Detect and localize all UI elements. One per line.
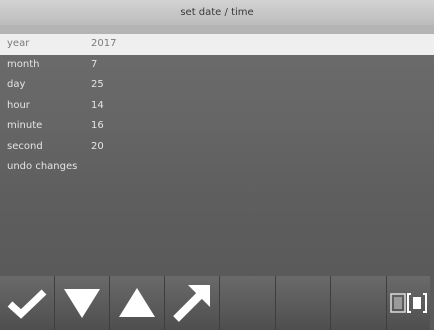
arrow-up-right-icon [170,283,214,323]
field-label: month [7,58,40,70]
enter-button[interactable] [165,276,220,330]
field-label: day [7,79,26,90]
screen-toggle-icon [389,288,429,318]
field-row-hour[interactable]: hour 14 [0,96,434,117]
confirm-button[interactable] [0,276,55,330]
field-label: year [7,38,30,49]
arrow-down-icon [62,285,102,321]
down-button[interactable] [55,276,110,330]
field-value: 25 [91,79,104,90]
page-title: set date / time [0,0,434,25]
screen-toggle-button[interactable] [387,276,430,330]
field-row-minute[interactable]: minute 16 [0,116,434,137]
undo-changes-label: undo changes [7,161,78,172]
checkmark-icon [7,287,47,319]
field-value: 16 [91,120,104,131]
field-value: 7 [91,58,98,70]
field-row-month[interactable]: month 7 [0,55,434,76]
undo-changes-item[interactable]: undo changes [0,157,434,178]
empty-button-7[interactable] [331,276,387,330]
field-row-year[interactable]: year 2017 [0,34,434,55]
bottom-toolbar [0,276,434,330]
field-row-day[interactable]: day 25 [0,75,434,96]
field-label: second [7,140,43,152]
screen: set date / time year 2017 month 7 day 25… [0,0,434,330]
field-value: 2017 [91,38,117,49]
empty-button-5[interactable] [220,276,276,330]
title-divider [0,25,434,34]
field-label: hour [7,99,30,111]
arrow-up-icon [117,285,157,321]
field-label: minute [7,120,43,131]
field-value: 14 [91,99,104,111]
empty-button-6[interactable] [276,276,331,330]
field-value: 20 [91,140,104,152]
field-row-second[interactable]: second 20 [0,137,434,158]
datetime-field-list: year 2017 month 7 day 25 hour 14 minute … [0,34,434,178]
up-button[interactable] [110,276,165,330]
